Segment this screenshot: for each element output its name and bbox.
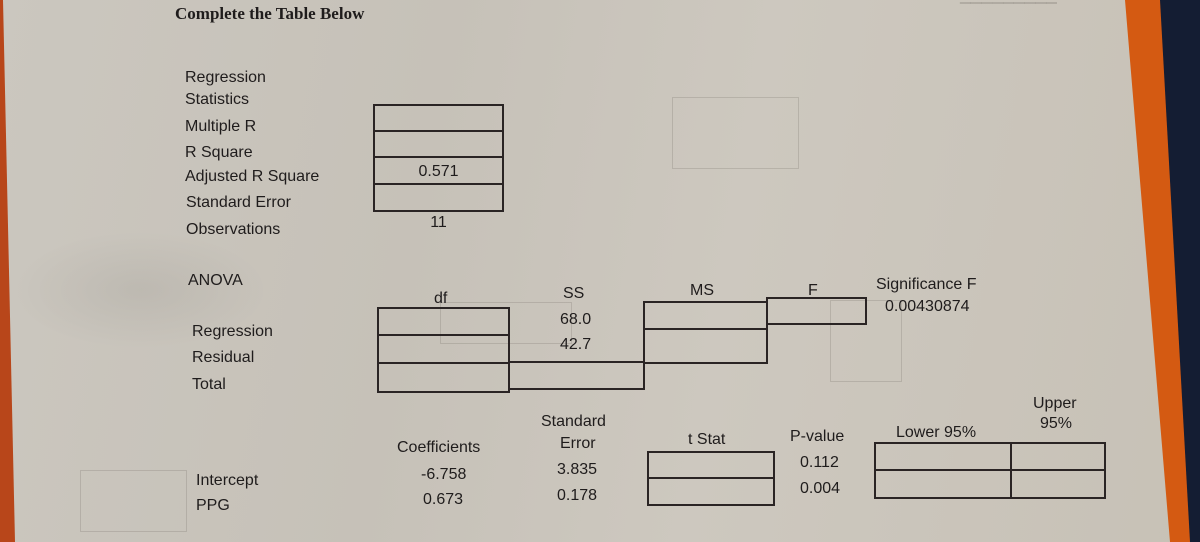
anova-ss-regression: 68.0 bbox=[560, 311, 592, 328]
anova-col-ms: MS bbox=[690, 282, 714, 299]
anova-ss-residual: 42.7 bbox=[560, 336, 592, 353]
observations-value: 11 bbox=[430, 214, 447, 231]
coef-col-upper-95-line1: Upper bbox=[1033, 395, 1077, 412]
row-divider bbox=[373, 183, 504, 185]
page-title: Complete the Table Below bbox=[175, 4, 365, 23]
anova-significance-f-value: 0.00430874 bbox=[885, 298, 970, 315]
regression-statistics-heading-line2: Statistics bbox=[185, 91, 250, 108]
anova-ss-total-cell[interactable] bbox=[508, 361, 645, 390]
anova-f-cell[interactable] bbox=[766, 297, 867, 325]
ppg-p-value: 0.004 bbox=[800, 480, 841, 497]
coef-col-upper-95-line2: 95% bbox=[1040, 415, 1073, 432]
coef-col-lower-95: Lower 95% bbox=[896, 424, 977, 441]
anova-row-total: Total bbox=[192, 376, 226, 393]
regression-statistics-input-box bbox=[373, 104, 504, 212]
adjusted-r-square-cell[interactable]: 0.571 bbox=[375, 163, 502, 181]
intercept-coefficient: -6.758 bbox=[421, 466, 467, 483]
row-divider bbox=[874, 469, 1106, 471]
row-divider bbox=[643, 328, 768, 330]
anova-df-box bbox=[377, 307, 510, 393]
label-observations: Observations bbox=[186, 221, 281, 238]
row-divider bbox=[647, 477, 775, 479]
anova-col-ss: SS bbox=[563, 285, 585, 302]
row-divider bbox=[377, 334, 510, 336]
coef-col-t-stat: t Stat bbox=[688, 431, 726, 448]
row-divider bbox=[373, 130, 504, 132]
label-standard-error: Standard Error bbox=[186, 194, 291, 211]
coef-row-intercept: Intercept bbox=[196, 472, 259, 489]
label-multiple-r: Multiple R bbox=[185, 118, 257, 135]
row-divider bbox=[373, 156, 504, 158]
coef-col-coefficients: Coefficients bbox=[397, 439, 481, 456]
bleed-through-box bbox=[80, 470, 187, 532]
coef-col-p-value: P-value bbox=[790, 428, 845, 445]
anova-col-df: df bbox=[434, 290, 448, 307]
label-adjusted-r-square: Adjusted R Square bbox=[185, 168, 320, 185]
label-r-square: R Square bbox=[185, 144, 253, 161]
anova-row-residual: Residual bbox=[192, 349, 255, 366]
anova-heading: ANOVA bbox=[188, 272, 243, 289]
anova-row-regression: Regression bbox=[192, 323, 273, 340]
coef-row-ppg: PPG bbox=[196, 497, 230, 514]
ppg-standard-error: 0.178 bbox=[557, 487, 598, 504]
row-divider bbox=[377, 362, 510, 364]
coef-col-standard-error-line2: Error bbox=[560, 435, 596, 452]
column-divider bbox=[1010, 442, 1012, 499]
ppg-coefficient: 0.673 bbox=[423, 491, 464, 508]
intercept-standard-error: 3.835 bbox=[557, 461, 598, 478]
bleed-through-box bbox=[672, 97, 799, 169]
anova-ms-box bbox=[643, 301, 768, 364]
anova-col-significance-f: Significance F bbox=[876, 276, 977, 293]
intercept-p-value: 0.112 bbox=[800, 454, 839, 471]
regression-statistics-heading-line1: Regression bbox=[185, 69, 266, 86]
bleed-through-text: ▔▔▔▔▔▔▔▔▔ bbox=[960, 2, 1057, 18]
coef-col-standard-error-line1: Standard bbox=[541, 413, 606, 430]
